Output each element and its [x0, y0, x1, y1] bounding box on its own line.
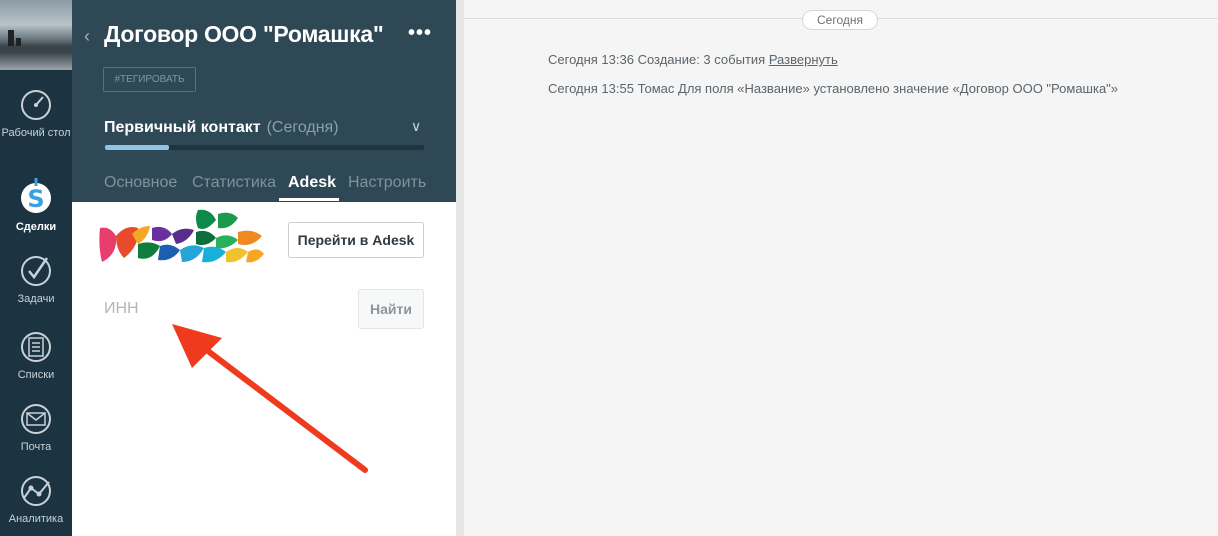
- back-arrow-icon[interactable]: ‹: [84, 26, 90, 47]
- expand-link[interactable]: Развернуть: [769, 52, 838, 67]
- stage-name: Первичный контакт: [104, 119, 261, 136]
- tag-button[interactable]: #ТЕГИРОВАТЬ: [103, 67, 196, 92]
- analytics-icon: [21, 476, 51, 506]
- dollar-icon: S: [21, 178, 51, 213]
- nav-label-lists: Списки: [17, 369, 55, 381]
- timeline-event: Сегодня 13:36 Создание: 3 события Развер…: [548, 52, 838, 67]
- nav-item-dashboard[interactable]: Рабочий стол: [0, 88, 72, 140]
- nav-item-mail[interactable]: Почта: [0, 402, 72, 454]
- event-text: Сегодня 13:36 Создание: 3 события: [548, 52, 769, 67]
- card-title[interactable]: Договор ООО "Ромашка": [104, 21, 384, 48]
- tab-adesk[interactable]: Adesk: [288, 174, 336, 192]
- nav-item-lists[interactable]: Списки: [0, 330, 72, 382]
- nav-item-tasks[interactable]: Задачи: [0, 254, 72, 306]
- tab-main[interactable]: Основное: [104, 174, 177, 192]
- stage-progress-fill: [105, 145, 169, 150]
- more-menu-button[interactable]: •••: [408, 22, 432, 45]
- nav-item-deals[interactable]: S Сделки: [0, 176, 72, 234]
- nav-item-analytics[interactable]: Аналитика: [0, 474, 72, 526]
- date-separator: Сегодня: [802, 10, 878, 30]
- active-tab-indicator: [279, 198, 339, 201]
- user-avatar-photo[interactable]: [0, 0, 72, 70]
- tab-statistics[interactable]: Статистика: [192, 174, 276, 192]
- left-nav: Рабочий стол S Сделки Задачи Списки Почт…: [0, 0, 72, 536]
- chevron-down-icon[interactable]: ∨: [411, 118, 421, 135]
- stage-progress-bar: [105, 145, 424, 150]
- mail-icon: [21, 404, 51, 434]
- adesk-logo: [99, 209, 264, 263]
- list-icon: [21, 332, 51, 362]
- event-text: Сегодня 13:55 Томас Для поля «Название» …: [548, 81, 1119, 96]
- nav-label-mail: Почта: [20, 441, 52, 453]
- timeline-event: Сегодня 13:55 Томас Для поля «Название» …: [548, 81, 1118, 96]
- pipeline-stage-select[interactable]: Первичный контакт (Сегодня): [104, 119, 339, 137]
- annotation-arrow: [172, 324, 368, 473]
- nav-label-deals: Сделки: [15, 221, 57, 233]
- speedometer-icon: [21, 90, 51, 120]
- nav-label-tasks: Задачи: [17, 293, 55, 305]
- tab-settings[interactable]: Настроить: [348, 174, 426, 192]
- goto-adesk-button[interactable]: Перейти в Adesk: [288, 222, 424, 258]
- stage-date: (Сегодня): [266, 119, 339, 136]
- checkmark-icon: [21, 256, 51, 286]
- svg-text:S: S: [27, 185, 44, 213]
- nav-label-dashboard: Рабочий стол: [1, 127, 71, 139]
- nav-label-analytics: Аналитика: [8, 513, 64, 525]
- panel-divider: [456, 0, 464, 536]
